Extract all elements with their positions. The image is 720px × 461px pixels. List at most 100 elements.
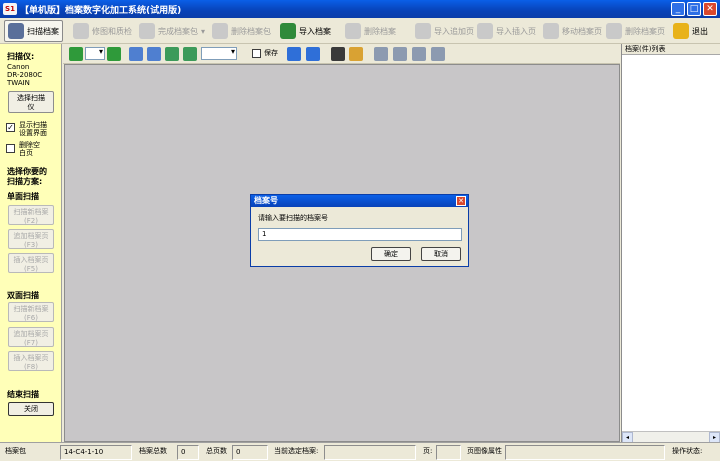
edit-and-qc-button[interactable]: 修图和质检 bbox=[70, 20, 135, 42]
minimize-button[interactable]: _ bbox=[671, 2, 685, 16]
button-shortcut: (F7) bbox=[24, 339, 38, 347]
scanner-icon bbox=[8, 23, 24, 39]
button-label: 选择扫描 bbox=[17, 94, 45, 102]
fit-width-icon[interactable] bbox=[165, 47, 179, 61]
horizontal-scrollbar[interactable]: ◂ ▸ bbox=[622, 431, 720, 443]
single-page-view-icon[interactable] bbox=[374, 47, 388, 61]
single-side-heading: 单面扫描 bbox=[7, 192, 39, 201]
total-archives-label: 档案总数 bbox=[139, 447, 167, 455]
toolbar-label: 导入插入页 bbox=[496, 26, 536, 36]
button-label: 仪 bbox=[27, 103, 35, 111]
button-shortcut: (F6) bbox=[24, 314, 38, 322]
package-value: 14-C4-1-10 bbox=[60, 445, 132, 460]
save-checkbox[interactable] bbox=[252, 49, 261, 58]
import-insert-page-button[interactable]: 导入插入页 bbox=[474, 20, 539, 42]
import-append-page-button[interactable]: 导入追加页 bbox=[412, 20, 477, 42]
delete-package-button[interactable]: 删除档案包 bbox=[209, 20, 274, 42]
ok-button[interactable]: 确定 bbox=[371, 247, 411, 261]
scheme-heading: 扫描方案: bbox=[7, 177, 43, 186]
archive-number-dialog: 档案号 ✕ 请输入要扫描的档案号 1 确定 取消 bbox=[250, 194, 469, 267]
delete-blank-label: 白页 bbox=[19, 149, 33, 157]
exit-button[interactable]: 退出 bbox=[670, 20, 711, 42]
select-scanner-button[interactable]: 选择扫描 仪 bbox=[8, 91, 54, 113]
delete-icon bbox=[345, 23, 361, 39]
total-pages-value: 0 bbox=[232, 445, 268, 460]
status-bar: 档案包 14-C4-1-10 档案总数 0 总页数 0 当前选定档案: 页: 页… bbox=[0, 442, 720, 461]
hand-icon[interactable] bbox=[349, 47, 363, 61]
close-scan-button[interactable]: 关闭 bbox=[8, 402, 54, 416]
archive-number-input[interactable]: 1 bbox=[258, 228, 462, 241]
toolbar-label: 删除档案包 bbox=[231, 26, 271, 36]
dialog-title: 档案号 bbox=[254, 196, 278, 205]
append-page-icon bbox=[415, 23, 431, 39]
pointer-icon[interactable] bbox=[331, 47, 345, 61]
import-icon bbox=[280, 23, 296, 39]
zoom-select[interactable] bbox=[201, 47, 237, 60]
delete-archive-button[interactable]: 删除档案 bbox=[342, 20, 399, 42]
package-label: 档案包 bbox=[5, 447, 26, 455]
single-scan-new-button[interactable]: 扫描新档案 (F2) bbox=[8, 205, 54, 225]
page-value bbox=[436, 445, 461, 460]
next-page-icon[interactable] bbox=[107, 47, 121, 61]
finish-package-button[interactable]: 完成档案包 ▾ bbox=[136, 20, 208, 42]
button-label: 扫描新档案 bbox=[13, 208, 49, 216]
maximize-button[interactable]: □ bbox=[687, 2, 701, 16]
current-archive-value bbox=[324, 445, 416, 460]
button-label: 插入档案页 bbox=[13, 354, 49, 362]
delete-blank-checkbox[interactable] bbox=[6, 144, 15, 153]
dialog-close-button[interactable]: ✕ bbox=[456, 196, 466, 206]
scanner-name: DR-2080C bbox=[7, 71, 43, 79]
import-archive-button[interactable]: 导入档案 bbox=[277, 20, 334, 42]
package-icon bbox=[139, 23, 155, 39]
total-pages-label: 总页数 bbox=[206, 447, 227, 455]
edit-image-icon bbox=[73, 23, 89, 39]
archive-list-header: 档案(件)列表 bbox=[622, 44, 720, 55]
button-shortcut: (F2) bbox=[24, 217, 38, 225]
app-icon: S1 bbox=[3, 3, 17, 15]
archive-list-panel: 档案(件)列表 ◂ ▸ bbox=[621, 44, 720, 443]
scan-archive-button[interactable]: 扫描档案 bbox=[4, 20, 63, 42]
zoom-in-icon[interactable] bbox=[129, 47, 143, 61]
single-append-page-button[interactable]: 追加档案页 (F3) bbox=[8, 229, 54, 249]
delete-page-button[interactable]: 删除档案页 bbox=[603, 20, 668, 42]
cancel-button[interactable]: 取消 bbox=[421, 247, 461, 261]
button-label: 追加档案页 bbox=[13, 330, 49, 338]
thumbnail-view-icon[interactable] bbox=[431, 47, 445, 61]
rotate-left-icon[interactable] bbox=[287, 47, 301, 61]
scan-control-panel: 扫描仪: Canon DR-2080C TWAIN 选择扫描 仪 ✓ 显示扫描 … bbox=[0, 44, 62, 442]
exit-icon bbox=[673, 23, 689, 39]
toolbar-label: 移动档案页 bbox=[562, 26, 602, 36]
single-insert-page-button[interactable]: 插入档案页 (F5) bbox=[8, 253, 54, 273]
window-title: 【单机版】档案数字化加工系统(试用版) bbox=[20, 6, 182, 16]
duplex-scan-new-button[interactable]: 扫描新档案 (F6) bbox=[8, 302, 54, 322]
two-page-view-icon[interactable] bbox=[393, 47, 407, 61]
operation-status-label: 操作状态: bbox=[672, 447, 703, 455]
current-archive-label: 当前选定档案: bbox=[274, 447, 319, 455]
prev-page-icon[interactable] bbox=[69, 47, 83, 61]
button-label: 扫描新档案 bbox=[13, 305, 49, 313]
delete-package-icon bbox=[212, 23, 228, 39]
fit-page-icon[interactable] bbox=[183, 47, 197, 61]
move-page-button[interactable]: 移动档案页 bbox=[540, 20, 605, 42]
page-image-attributes-label: 页图像属性 bbox=[467, 447, 502, 455]
toolbar-label: 退出 bbox=[692, 26, 708, 36]
duplex-append-page-button[interactable]: 追加档案页 (F7) bbox=[8, 327, 54, 347]
dropdown-arrow-icon: ▾ bbox=[201, 26, 206, 36]
scanner-name: Canon bbox=[7, 63, 30, 71]
zoom-out-icon[interactable] bbox=[147, 47, 161, 61]
page-select[interactable] bbox=[85, 47, 105, 60]
toolbar-label: 导入追加页 bbox=[434, 26, 474, 36]
scanner-label: 扫描仪: bbox=[7, 52, 35, 61]
four-page-view-icon[interactable] bbox=[412, 47, 426, 61]
dialog-prompt: 请输入要扫描的档案号 bbox=[258, 214, 328, 222]
rotate-right-icon[interactable] bbox=[306, 47, 320, 61]
title-bar: S1 【单机版】档案数字化加工系统(试用版) _ □ ✕ bbox=[0, 0, 720, 18]
toolbar-label: 修图和质检 bbox=[92, 26, 132, 36]
insert-page-icon bbox=[477, 23, 493, 39]
delete-page-icon bbox=[606, 23, 622, 39]
button-shortcut: (F8) bbox=[24, 363, 38, 371]
close-window-button[interactable]: ✕ bbox=[703, 2, 717, 16]
show-ui-checkbox[interactable]: ✓ bbox=[6, 123, 15, 132]
show-ui-label: 设置界面 bbox=[19, 129, 47, 137]
duplex-insert-page-button[interactable]: 插入档案页 (F8) bbox=[8, 351, 54, 371]
